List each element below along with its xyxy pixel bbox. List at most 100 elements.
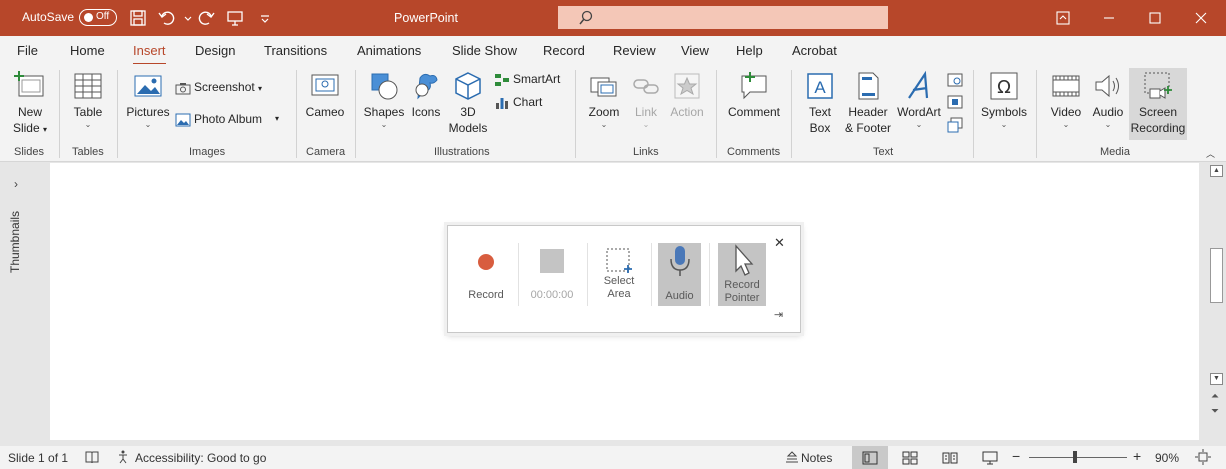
chart-button[interactable]: Chart (494, 95, 542, 111)
slide-number-icon[interactable] (947, 94, 966, 110)
zoom-slider-thumb[interactable] (1073, 451, 1077, 463)
record-label: Record (468, 289, 504, 301)
record-pointer-label-2: Pointer (724, 292, 760, 304)
tab-home[interactable]: Home (70, 43, 105, 58)
accessibility-icon[interactable] (116, 449, 132, 465)
record-pointer-button[interactable]: Record Pointer (718, 243, 766, 306)
zoom-button[interactable]: Zoom ⌄ (584, 70, 624, 130)
chevron-down-icon: ▾ (258, 84, 263, 94)
record-pointer-label-1: Record (724, 279, 760, 291)
pin-icon[interactable]: ⇥ (774, 308, 783, 321)
photo-album-button[interactable]: Photo Album (175, 112, 262, 128)
next-slide-icon[interactable]: ⏷ (1211, 406, 1219, 417)
text-box-button[interactable]: A Text Box (801, 70, 839, 136)
link-button[interactable]: Link ⌄ (630, 70, 662, 130)
ribbon-display-button[interactable] (1040, 0, 1086, 36)
action-button[interactable]: Action (668, 70, 706, 120)
screenshot-button[interactable]: Screenshot ▾ (175, 80, 262, 96)
autosave-toggle[interactable]: Off (79, 9, 117, 26)
chevron-down-icon: ▾ (43, 125, 48, 134)
chevron-down-icon[interactable]: ▾ (275, 114, 279, 123)
comment-button[interactable]: Comment (724, 70, 784, 120)
icons-button[interactable]: Icons (408, 70, 444, 120)
scroll-down-icon[interactable]: ▼ (1210, 373, 1223, 385)
screen-recording-label-2: Recording (1130, 121, 1186, 135)
tab-file[interactable]: File (17, 43, 38, 58)
table-button[interactable]: Table ⌄ (70, 70, 106, 130)
icons-label: Icons (411, 105, 441, 119)
scrollbar-thumb[interactable] (1210, 248, 1223, 303)
tab-acrobat[interactable]: Acrobat (792, 43, 837, 58)
speaker-icon (1095, 74, 1119, 98)
zoom-out-icon[interactable]: − (1012, 448, 1020, 464)
thumbnails-label[interactable]: Thumbnails (8, 211, 22, 273)
header-footer-button[interactable]: Header & Footer (843, 70, 893, 136)
select-area-icon (606, 248, 632, 273)
slide-show-button[interactable] (974, 446, 1004, 469)
zoom-icon (590, 77, 617, 97)
spelling-check-icon[interactable] (84, 449, 100, 465)
pictures-button[interactable]: Pictures ⌄ (126, 70, 170, 130)
previous-slide-icon[interactable]: ⏶ (1211, 391, 1219, 402)
photo-album-label: Photo Album (194, 112, 263, 127)
undo-icon[interactable] (157, 8, 177, 28)
slide-sorter-button[interactable] (894, 446, 924, 469)
collapse-ribbon-icon[interactable]: ︿ (1206, 147, 1215, 160)
search-box[interactable] (558, 6, 888, 29)
audio-toggle-button[interactable]: Audio (658, 243, 701, 306)
fit-slide-icon[interactable] (1195, 449, 1211, 465)
ribbon-separator (791, 70, 792, 158)
accessibility-status[interactable]: Accessibility: Good to go (135, 451, 266, 465)
close-window-button[interactable] (1178, 0, 1224, 36)
date-time-icon[interactable] (947, 72, 966, 88)
stop-button[interactable]: 00:00:00 (524, 243, 580, 306)
object-icon[interactable] (947, 117, 966, 133)
cameo-button[interactable]: Cameo (304, 70, 346, 120)
tab-animations[interactable]: Animations (357, 43, 421, 58)
pictures-label: Pictures (126, 105, 170, 119)
shapes-button[interactable]: Shapes ⌄ (363, 70, 405, 130)
symbols-button[interactable]: Ω Symbols ⌄ (980, 70, 1028, 130)
minimize-button[interactable] (1086, 0, 1132, 36)
audio-button[interactable]: Audio ⌄ (1089, 70, 1127, 130)
present-icon[interactable] (225, 8, 245, 28)
toolbar-divider (651, 243, 652, 306)
save-icon[interactable] (128, 8, 148, 28)
tab-help[interactable]: Help (736, 43, 763, 58)
select-area-button[interactable]: Select Area (593, 243, 645, 306)
record-button[interactable]: Record (460, 243, 512, 306)
customize-toolbar-icon[interactable] (255, 8, 269, 28)
tab-insert[interactable]: Insert (133, 43, 166, 65)
smartart-button[interactable]: SmartArt (494, 72, 560, 88)
redo-icon[interactable] (196, 8, 216, 28)
zoom-in-icon[interactable]: + (1133, 448, 1141, 464)
screen-recording-button[interactable]: Screen Recording (1129, 68, 1187, 140)
maximize-button[interactable] (1132, 0, 1178, 36)
tab-view[interactable]: View (681, 43, 709, 58)
normal-view-button[interactable] (852, 446, 888, 469)
close-icon[interactable]: ✕ (774, 235, 785, 251)
tab-record[interactable]: Record (543, 43, 585, 58)
table-icon (74, 73, 102, 99)
toolbar-divider (518, 243, 519, 306)
tab-transitions[interactable]: Transitions (264, 43, 327, 58)
undo-dropdown-icon[interactable] (178, 8, 192, 28)
tab-design[interactable]: Design (195, 43, 235, 58)
zoom-level[interactable]: 90% (1155, 451, 1179, 465)
tab-slide-show[interactable]: Slide Show (452, 43, 517, 58)
zoom-slider-track[interactable] (1029, 457, 1127, 458)
vertical-scrollbar[interactable]: ▲ ▼ ⏶ ⏷ (1207, 163, 1226, 442)
scroll-up-icon[interactable]: ▲ (1210, 165, 1223, 177)
notes-button[interactable]: Notes (801, 451, 832, 465)
comment-icon (741, 72, 767, 100)
new-slide-button[interactable]: New Slide ▾ (10, 70, 50, 138)
video-button[interactable]: Video ⌄ (1046, 70, 1086, 130)
3d-models-button[interactable]: 3D Models (448, 70, 488, 136)
chevron-right-icon[interactable]: › (14, 177, 18, 191)
record-icon (478, 254, 494, 270)
wordart-button[interactable]: WordArt ⌄ (896, 70, 942, 130)
chart-label: Chart (513, 95, 543, 110)
tab-review[interactable]: Review (613, 43, 656, 58)
wordart-label: WordArt (897, 105, 941, 119)
reading-view-button[interactable] (934, 446, 964, 469)
